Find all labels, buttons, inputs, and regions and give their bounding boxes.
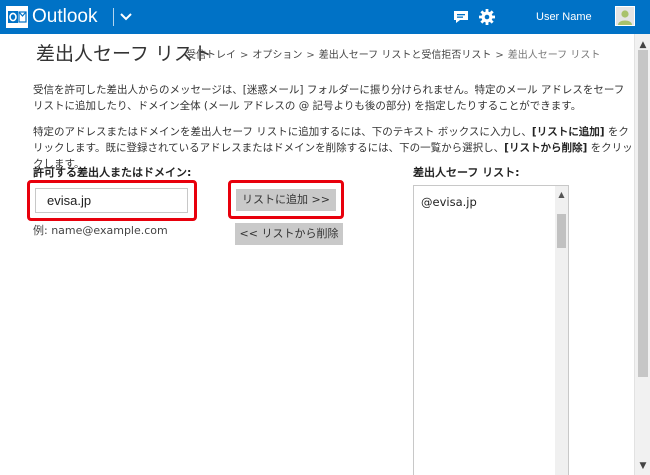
avatar[interactable] — [615, 6, 635, 26]
list-scrollbar[interactable]: ▲ — [555, 186, 568, 475]
gear-icon[interactable] — [478, 8, 496, 26]
add-to-list-button[interactable]: リストに追加 >> — [236, 189, 336, 211]
safe-list-label: 差出人セーフ リスト: — [413, 166, 520, 179]
instruction-text: 特定のアドレスまたはドメインを差出人セーフ リストに追加するには、下のテキスト … — [33, 126, 532, 138]
breadcrumb-current: 差出人セーフ リスト — [507, 50, 601, 61]
breadcrumb-separator: > — [240, 50, 249, 61]
outlook-logo-icon[interactable] — [6, 6, 28, 28]
page-scrollbar[interactable]: ▲ ▼ — [634, 34, 650, 475]
safe-sender-list[interactable]: @evisa.jp ▲ — [413, 185, 569, 475]
list-scroll-thumb[interactable] — [557, 214, 566, 248]
breadcrumb-options[interactable]: オプション — [252, 50, 302, 61]
breadcrumb-inbox[interactable]: 受信トレイ — [186, 50, 236, 61]
breadcrumb: 受信トレイ > オプション > 差出人セーフ リストと受信拒否リスト > 差出人セーフ リス… — [186, 49, 600, 63]
description-paragraph: 受信を許可した差出人からのメッセージは、[迷惑メール] フォルダーに振り分けられ… — [33, 84, 625, 112]
breadcrumb-separator: > — [495, 50, 504, 61]
list-item[interactable]: @evisa.jp — [421, 195, 477, 209]
divider — [113, 8, 114, 26]
sender-domain-input[interactable]: evisa.jp — [35, 188, 188, 213]
scroll-up-icon[interactable]: ▲ — [555, 188, 568, 201]
app-name[interactable]: Outlook — [32, 6, 97, 28]
user-name[interactable]: User Name — [536, 10, 592, 24]
breadcrumb-safe-and-blocked[interactable]: 差出人セーフ リストと受信拒否リスト — [319, 50, 492, 61]
breadcrumb-separator: > — [306, 50, 315, 61]
remove-button-reference: [リストから削除] — [504, 142, 588, 154]
top-bar: Outlook User Name — [0, 0, 650, 34]
instruction-paragraph: 特定のアドレスまたはドメインを差出人セーフ リストに追加するには、下のテキスト … — [33, 124, 633, 172]
avatar-icon — [616, 7, 634, 25]
remove-from-list-button[interactable]: << リストから削除 — [235, 223, 343, 245]
example-hint: 例: name@example.com — [33, 224, 168, 237]
add-button-reference: [リストに追加] — [531, 126, 605, 138]
page-scroll-thumb[interactable] — [638, 50, 648, 377]
chat-icon[interactable] — [452, 8, 470, 26]
allowed-sender-label: 許可する差出人またはドメイン: — [33, 166, 192, 179]
chevron-down-icon[interactable] — [118, 8, 134, 26]
scroll-down-icon[interactable]: ▼ — [635, 459, 650, 473]
